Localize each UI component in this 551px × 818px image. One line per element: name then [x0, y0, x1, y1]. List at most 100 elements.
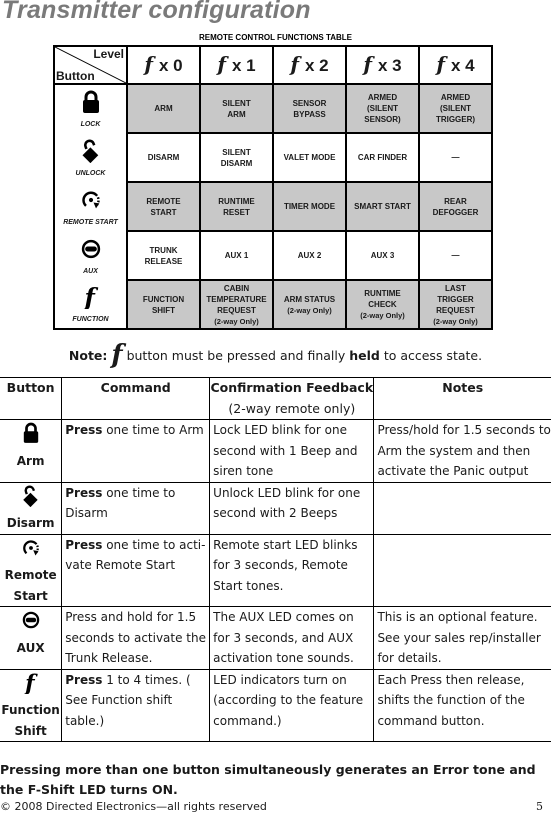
command-row: AUX Press and hold for 1.5 seconds to act…	[0, 606, 551, 670]
header-command: Command	[61, 377, 211, 420]
functions-table-caption: REMOTE CONTROL FUNCTIONS TABLE	[198, 33, 353, 42]
note: Note: f button must be pressed and final…	[0, 340, 551, 370]
copyright-footer: © 2008 Directed Electronics—all rights r…	[0, 800, 267, 813]
feedback-cell: LED indicators turn on (according to the…	[209, 668, 375, 742]
functions-row: UNLOCK DISARM SILENT DISARM VALET MODE CAR FI…	[53, 132, 493, 183]
function-cell: RUNTIME CHECK (2-way Only)	[345, 279, 420, 330]
function-icon: f	[217, 52, 226, 76]
function-cell: FUNCTION SHIFT	[126, 279, 201, 330]
row-button-label: REMOTE START	[53, 182, 128, 231]
aux-icon	[0, 609, 61, 638]
feedback-cell: Remote start LED blinks for 3 seconds, R…	[209, 533, 375, 607]
command-row: f Function Shift Press 1 to 4 times. ( See…	[0, 668, 551, 742]
command-row: Remote Start Press one time to acti-vate …	[0, 533, 551, 607]
function-cell: RUNTIME RESET	[199, 181, 274, 232]
svg-text:f: f	[82, 285, 98, 309]
button-name: Arm	[16, 453, 45, 468]
level-header-4: fx 4	[418, 45, 493, 85]
function-icon: f	[436, 52, 445, 76]
feedback-cell: Lock LED blink for one second with 1 Bee…	[209, 419, 375, 483]
functions-row: f FUNCTION FUNCTION SHIFT CABIN TEMPERATURE RE…	[53, 279, 493, 330]
notes-cell	[373, 481, 551, 535]
level-header-1: fx 1	[199, 45, 274, 85]
button-name: REMOTE START	[63, 218, 118, 226]
level-header-3: fx 3	[345, 45, 420, 85]
feedback-cell: The AUX LED comes on for 3 seconds, and …	[209, 606, 375, 670]
error-warning: Pressing more than one button simultaneo…	[0, 762, 536, 797]
command-table: Button Command Confirmation Feedback (2-w…	[0, 377, 551, 742]
function-cell: REAR DEFOGGER	[418, 181, 493, 232]
function-icon: f	[0, 670, 61, 701]
function-icon: f	[144, 52, 153, 76]
svg-text:f: f	[23, 672, 38, 694]
function-cell: DISARM	[126, 132, 201, 183]
function-cell: AUX 1	[199, 230, 274, 281]
function-cell: SILENT DISARM	[199, 132, 274, 183]
unlock-icon	[55, 139, 126, 166]
function-cell: ARM	[126, 83, 201, 134]
button-name: Disarm	[6, 516, 55, 530]
functions-row: REMOTE START REMOTE START RUNTIME RESET TIMER…	[53, 181, 493, 232]
command-cell: Press 1 to 4 times. ( See Function shift…	[61, 668, 211, 742]
row-button-label: AUX	[53, 231, 128, 280]
header-notes: Notes	[373, 377, 551, 420]
function-icon: f	[111, 340, 123, 370]
note-prefix: Note:	[68, 348, 108, 363]
function-cell: TRUNK RELEASE	[126, 230, 201, 281]
function-cell: LAST TRIGGER REQUEST (2-way Only)	[418, 279, 493, 330]
command-row: Disarm Press one time to Disarm Unlock LED…	[0, 481, 551, 535]
level-header-2: fx 2	[272, 45, 347, 85]
notes-cell: Press/hold for 1.5 seconds to Arm the sy…	[373, 419, 551, 483]
row-button-label: LOCK	[53, 83, 128, 133]
button-name: LOCK	[80, 121, 101, 128]
function-icon: f	[290, 52, 299, 76]
command-cell: Press and hold for 1.5 seconds to activa…	[61, 606, 211, 670]
button-name: Function Shift	[1, 703, 60, 738]
header-button: Button	[0, 377, 63, 420]
note-bold: held	[349, 348, 380, 363]
row-button-label: UNLOCK	[53, 133, 128, 182]
note-text-1: button must be pressed and finally	[122, 348, 350, 363]
function-cell: —	[418, 132, 493, 183]
level-header-0: fx 0	[126, 45, 201, 85]
function-cell: ARMED (SILENT SENSOR)	[345, 83, 420, 134]
button-cell: Disarm	[0, 481, 63, 535]
button-name: FUNCTION	[72, 316, 109, 323]
notes-cell: This is an optional feature. See your sa…	[373, 606, 551, 670]
function-cell: —	[418, 230, 493, 281]
functions-row: AUX TRUNK RELEASE AUX 1 AUX 2 AUX 3—	[53, 230, 493, 281]
header-feedback: Confirmation Feedback (2-way remote only)	[209, 377, 375, 420]
button-cell: AUX	[0, 606, 63, 670]
notes-cell: Each Press then release, shifts the func…	[373, 668, 551, 742]
button-cell: Arm	[0, 419, 63, 483]
row-button-label: f FUNCTION	[53, 280, 128, 330]
lock-icon	[55, 90, 126, 117]
function-cell: ARMED (SILENT TRIGGER)	[418, 83, 493, 134]
functions-row: LOCK ARM SILENT ARM SENSOR BYPASS ARMED (SILENT…	[53, 83, 493, 134]
feedback-cell: Unlock LED blink for one second with 2 B…	[209, 481, 375, 535]
command-cell: Press one time to Disarm	[61, 481, 211, 535]
button-name: AUX	[16, 640, 45, 655]
function-cell: SENSOR BYPASS	[272, 83, 347, 134]
command-row: Arm Press one time to Arm Lock LED blink f…	[0, 419, 551, 483]
button-cell: Remote Start	[0, 533, 63, 607]
function-cell: REMOTE START	[126, 181, 201, 232]
level-label: Level	[93, 47, 124, 61]
notes-cell	[373, 533, 551, 607]
remote-control-functions-table: Level Button fx 0 fx 1 fx 2 fx 3 fx 4 LO…	[53, 45, 493, 330]
button-label: Button	[56, 69, 95, 83]
function-cell: ARM STATUS (2-way Only)	[272, 279, 347, 330]
aux-icon	[55, 237, 126, 264]
function-cell: CABIN TEMPERATURE REQUEST (2-way Only)	[199, 279, 274, 330]
command-cell: Press one time to Arm	[61, 419, 211, 483]
function-cell: CAR FINDER	[345, 132, 420, 183]
page-title: Transmitter configuration	[2, 0, 311, 24]
remote-start-icon	[0, 537, 61, 566]
corner-header: Level Button	[53, 45, 128, 85]
page-number: 5	[536, 800, 543, 813]
function-icon: f	[363, 52, 372, 76]
remote-start-icon	[55, 188, 126, 215]
function-cell: AUX 2	[272, 230, 347, 281]
button-name: Remote Start	[4, 568, 57, 603]
function-cell: SMART START	[345, 181, 420, 232]
